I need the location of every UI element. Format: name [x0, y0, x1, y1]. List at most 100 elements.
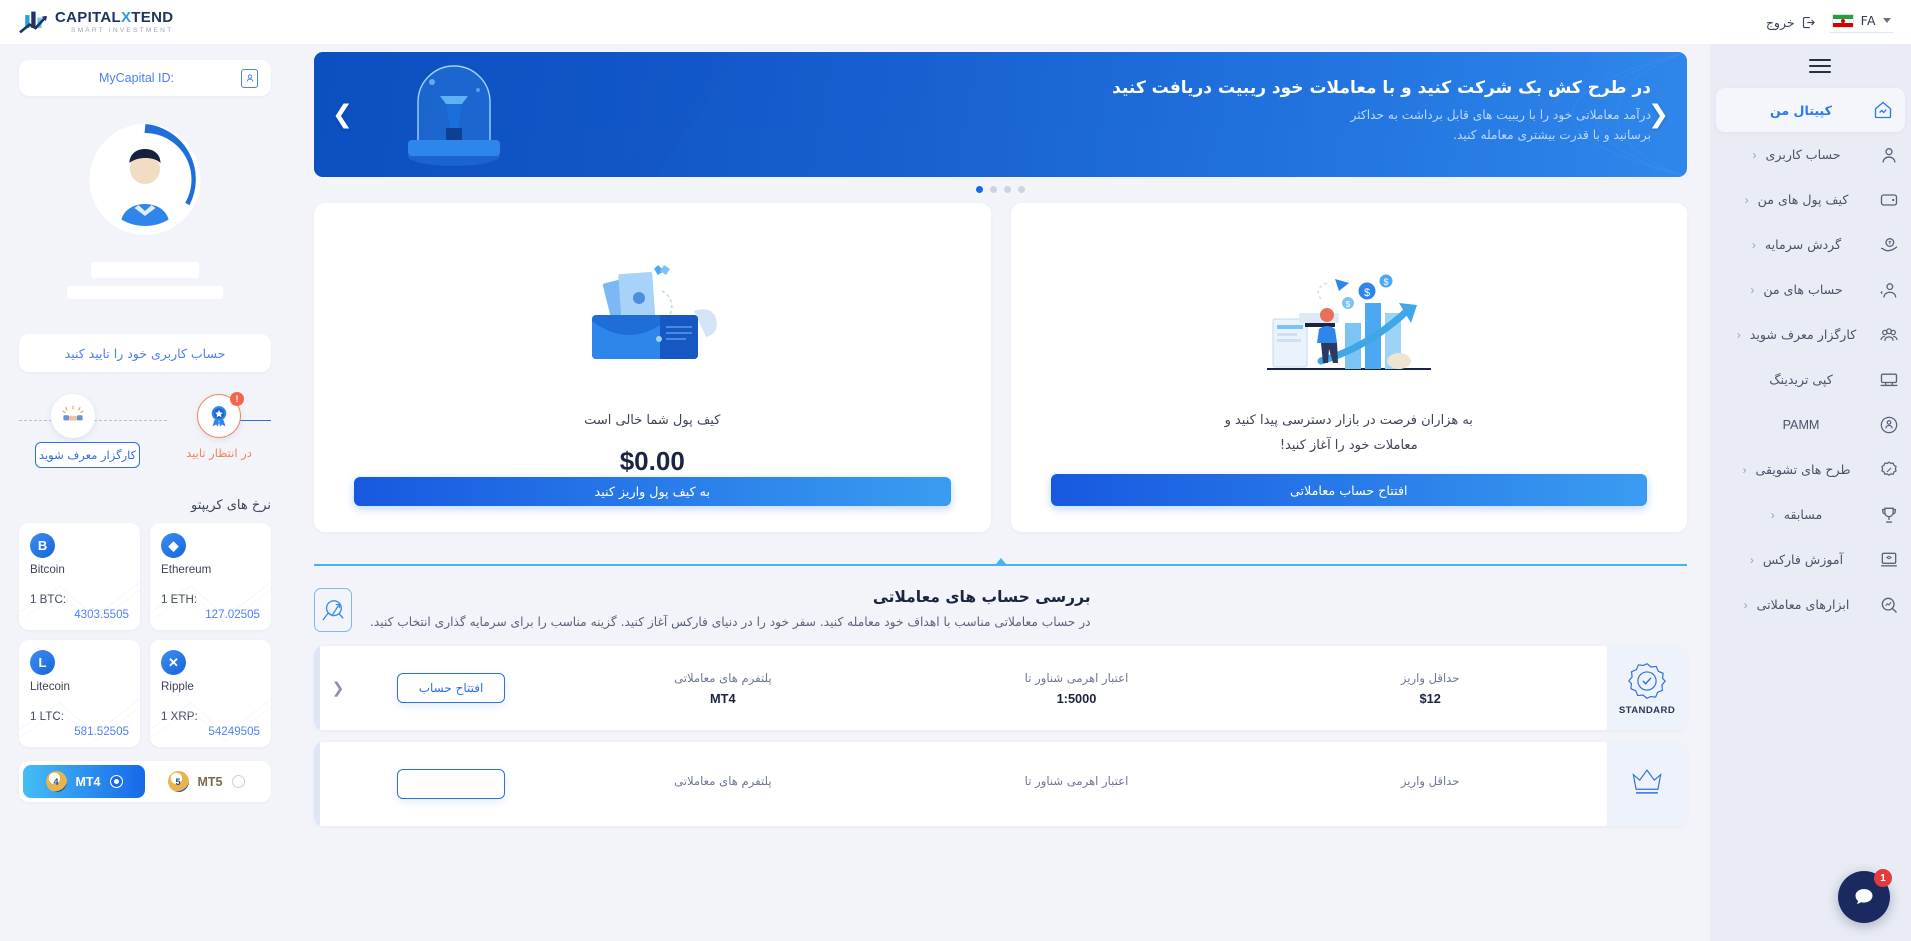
sidebar-item-forex-education[interactable]: آموزش فارکس ‹	[1710, 537, 1911, 582]
standard-seal-icon	[1628, 662, 1666, 699]
platform-option-mt4[interactable]: MT4 4	[23, 765, 145, 798]
trading-illustration: $ $ $	[1249, 251, 1449, 379]
radio-mt5[interactable]	[231, 775, 245, 788]
tools-icon	[1878, 594, 1899, 615]
logout-button[interactable]: خروج	[1766, 15, 1816, 30]
top-bar-left-group: خروج FA	[1766, 11, 1893, 33]
growth-chart-illustration: $ $ $	[1266, 274, 1431, 370]
sidebar-item-capital-flow[interactable]: گردش سرمایه ‹	[1710, 222, 1911, 267]
chevron-left-icon: ‹	[1752, 147, 1757, 162]
become-partner-button[interactable]: کارگزار معرف شوید	[35, 442, 140, 468]
sidebar-label: مسابقه	[1783, 507, 1823, 522]
divider-line	[314, 564, 1687, 566]
avatar	[98, 133, 192, 226]
banner-dot-1[interactable]	[1018, 186, 1025, 193]
deposit-to-wallet-button[interactable]: به کیف پول واریز کنید	[354, 476, 951, 506]
top-bar: خروج FA CAPITALXTEND SMART INVESTMENT	[0, 0, 1911, 44]
trophy-dome-illustration	[408, 65, 500, 166]
account-row-prev-arrow[interactable]	[320, 742, 356, 826]
banner-dot-3[interactable]	[990, 186, 997, 193]
verify-account-button[interactable]: حساب کاربری خود را تایید کنید	[19, 334, 271, 372]
min-deposit-label: حداقل واریز	[1400, 670, 1460, 685]
account-row-stripe	[314, 646, 320, 730]
banner-dot-2[interactable]	[1004, 186, 1011, 193]
wallet-icon	[1878, 189, 1899, 210]
trophy-icon	[1878, 504, 1899, 525]
accounts-header-text: بررسی حساب های معاملاتی در حساب معاملاتی…	[370, 588, 1091, 629]
promo-banner[interactable]: در طرح کش بک شرکت کنید و با معاملات خود …	[314, 52, 1687, 177]
sidebar-item-copy-trading[interactable]: کپی تریدینگ	[1710, 357, 1911, 402]
partners-icon	[1878, 324, 1899, 345]
verification-status-label: در انتظار تایید	[186, 446, 252, 460]
mt4-logo-icon: 4	[45, 771, 67, 792]
trading-card-line1: به هزاران فرصت در بازار دسترسی پیدا کنید…	[1224, 413, 1473, 428]
account-row-next-partial[interactable]: حداقل واریز اعتبار اهرمی شناور تا پلتفرم…	[314, 742, 1687, 826]
sidebar-item-mycapital[interactable]: کپیتال من	[1716, 88, 1905, 132]
account-row-prev-arrow[interactable]: ❮	[320, 646, 356, 730]
sidebar-label: ابزارهای معاملاتی	[1756, 597, 1850, 612]
chevron-left-icon: ‹	[1744, 192, 1749, 207]
avatar-progress-ring	[88, 122, 203, 237]
crypto-card-bitcoin[interactable]: B Bitcoin 1 BTC: 4303.5505	[19, 523, 140, 630]
open-account-button[interactable]: افتتاح حساب	[396, 673, 505, 703]
wave-decoration	[20, 581, 140, 625]
sidebar-item-promotions[interactable]: طرح های تشویقی ‹	[1710, 447, 1911, 492]
crypto-card-ethereum[interactable]: ◆ Ethereum 1 ETH: 127.02505	[150, 523, 271, 630]
radio-mt4[interactable]	[109, 775, 123, 788]
banner-title: در طرح کش بک شرکت کنید و با معاملات خود …	[1112, 78, 1651, 98]
language-selector[interactable]: FA	[1829, 11, 1893, 33]
user-email-redacted	[67, 286, 223, 299]
account-action-cell	[356, 742, 546, 826]
litecoin-icon: L	[30, 650, 55, 675]
wave-decoration	[151, 698, 271, 742]
crypto-card-ripple[interactable]: ✕ Ripple 1 XRP: 54249505	[150, 640, 271, 747]
account-row-stripe	[314, 742, 320, 826]
summary-cards-row: $ $ $ به هزاران فرصت در بازار دسترسی پید…	[314, 203, 1687, 532]
banner-subtitle-line1: درآمد معاملاتی خود را با ریبیت های قابل …	[1350, 108, 1651, 122]
deposit-to-wallet-label: به کیف پول واریز کنید	[594, 483, 710, 499]
pamm-icon	[1878, 414, 1899, 435]
wallet-money-illustration	[592, 265, 718, 359]
sidebar-label: کارگزار معرف شوید	[1749, 327, 1857, 342]
verification-badge-circle[interactable]: !	[197, 392, 244, 438]
award-icon	[211, 406, 227, 427]
account-leverage-cell: اعتبار اهرمی شناور تا	[900, 742, 1254, 826]
sidebar-item-my-wallets[interactable]: کیف پول های من ‹	[1710, 177, 1911, 222]
sidebar-label: کپی تریدینگ	[1769, 372, 1833, 387]
language-code: FA	[1860, 13, 1876, 28]
hamburger-menu-icon[interactable]	[1808, 55, 1831, 77]
sidebar-burger-row	[1710, 50, 1911, 82]
banner-prev-arrow[interactable]: ❮	[1648, 102, 1669, 127]
svg-text:$: $	[1383, 277, 1388, 287]
leverage-label: اعتبار اهرمی شناور تا	[1024, 774, 1129, 788]
banner-text-block: در طرح کش بک شرکت کنید و با معاملات خود …	[1112, 78, 1651, 145]
account-leverage-cell: اعتبار اهرمی شناور تا 1:5000	[900, 646, 1254, 730]
banner-next-arrow[interactable]: ❯	[332, 102, 353, 127]
referral-icon-circle[interactable]	[51, 394, 95, 438]
sidebar-item-trading-tools[interactable]: ابزارهای معاملاتی ‹	[1710, 582, 1911, 627]
logout-icon	[1802, 16, 1815, 28]
verification-alert-badge: !	[230, 392, 244, 406]
sidebar-item-become-partner[interactable]: کارگزار معرف شوید ‹	[1710, 312, 1911, 357]
wallet-balance: $0.00	[619, 445, 685, 476]
platforms-label: پلتفرم های معاملاتی	[674, 670, 772, 685]
mycapital-id-card[interactable]: MyCapital ID:	[19, 60, 271, 96]
banner-subtitle: درآمد معاملاتی خود را با ریبیت های قابل …	[1112, 105, 1651, 145]
banner-dots	[314, 186, 1687, 193]
open-account-button[interactable]	[396, 769, 505, 799]
ethereum-icon: ◆	[161, 533, 186, 558]
account-search-icon	[314, 588, 352, 632]
account-row-standard[interactable]: STANDARD حداقل واریز $12 اعتبار اهرمی شن…	[314, 646, 1687, 730]
chat-unread-badge: 1	[1874, 869, 1892, 887]
sidebar-item-pamm[interactable]: PAMM	[1710, 402, 1911, 447]
sidebar-item-contest[interactable]: مسابقه ‹	[1710, 492, 1911, 537]
crypto-card-litecoin[interactable]: L Litecoin 1 LTC: 581.52505	[19, 640, 140, 747]
chat-widget-button[interactable]: 1	[1838, 869, 1892, 923]
sidebar-item-my-accounts[interactable]: حساب های من ‹	[1710, 267, 1911, 312]
user-name-redacted	[91, 262, 199, 278]
platform-toggle: MT5 5 MT4 4	[19, 761, 271, 802]
sidebar-item-user-account[interactable]: حساب کاربری ‹	[1710, 132, 1911, 177]
open-trading-account-button[interactable]: افتتاح حساب معاملاتی	[1050, 474, 1647, 506]
platform-option-mt5[interactable]: MT5 5	[145, 765, 267, 798]
banner-dot-4[interactable]	[976, 186, 983, 193]
